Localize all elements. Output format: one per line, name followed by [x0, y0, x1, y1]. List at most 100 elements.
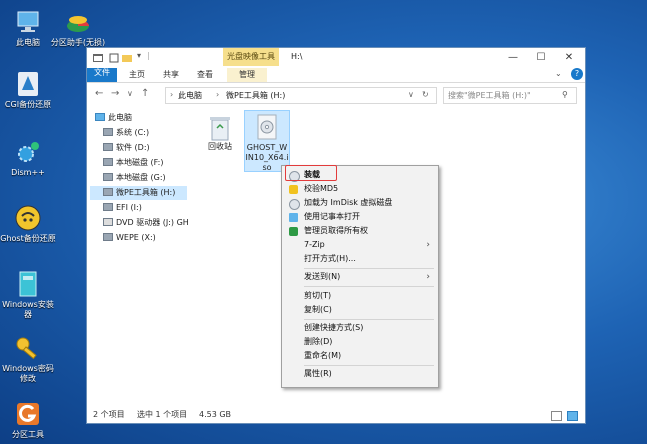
desktop-icon-label: CGI备份还原 — [4, 100, 52, 109]
menu-item-copy[interactable]: 复制(C) — [284, 303, 436, 317]
file-label-line-1: GHOST_W — [246, 143, 288, 152]
menu-item-label: 打开方式(H)... — [304, 254, 356, 263]
menu-item-md5[interactable]: 校验MD5 — [284, 182, 436, 196]
up-button[interactable]: ↑ — [141, 88, 149, 99]
menu-item-label: 创建快捷方式(S) — [304, 323, 364, 332]
desktop-icon-partition-tool[interactable]: 分区工具 — [0, 400, 56, 440]
nav-item-drive-i[interactable]: EFI (I:) — [103, 201, 142, 215]
search-icon[interactable]: ⚲ — [562, 90, 568, 99]
properties-icon[interactable] — [109, 53, 119, 63]
refresh-icon[interactable]: ↻ — [422, 90, 429, 99]
menu-item-properties[interactable]: 属性(R) — [284, 367, 436, 381]
menu-item-notepad[interactable]: 使用记事本打开 — [284, 210, 436, 224]
menu-separator — [304, 319, 434, 320]
menu-separator — [304, 268, 434, 269]
file-iso[interactable]: GHOST_W IN10_X64.i so — [244, 110, 290, 172]
status-selected: 选中 1 个项目 — [137, 410, 188, 419]
file-label: 回收站 — [208, 142, 232, 151]
notepad-icon — [289, 213, 298, 222]
title-bar: ▾ | 光盘映像工具 H:\ — ☐ ✕ — [87, 48, 585, 68]
details-view-icon[interactable] — [551, 411, 562, 421]
help-button[interactable]: ? — [571, 68, 583, 80]
desktop-icon-label: 分区工具 — [12, 430, 44, 439]
tab-file[interactable]: 文件 — [87, 68, 117, 82]
address-bar[interactable]: › 此电脑 › 微PE工具箱 (H:) ∨ ↻ — [165, 87, 437, 104]
forward-button[interactable]: → — [111, 88, 119, 99]
nav-item-drive-f[interactable]: 本地磁盘 (F:) — [103, 156, 163, 170]
nav-item-drive-g[interactable]: 本地磁盘 (G:) — [103, 171, 166, 185]
gears-icon — [14, 138, 42, 166]
menu-item-send-to[interactable]: 发送到(N) › — [284, 270, 436, 284]
recycle-bin-icon — [198, 114, 242, 142]
menu-item-delete[interactable]: 删除(D) — [284, 335, 436, 349]
tab-manage[interactable]: 管理 — [227, 68, 267, 82]
nav-item-drive-c[interactable]: 系统 (C:) — [103, 126, 149, 140]
menu-item-7zip[interactable]: 7-Zip › — [284, 238, 436, 252]
menu-item-label: 属性(R) — [304, 369, 332, 378]
desktop-icon-cgi[interactable]: CGI备份还原 — [0, 70, 56, 110]
desktop-icon-this-pc[interactable]: 此电脑 — [0, 8, 56, 48]
nav-item-label: EFI (I:) — [116, 203, 142, 212]
file-recycle-bin[interactable]: 回收站 — [198, 114, 242, 152]
nav-item-label: DVD 驱动器 (J:) GH — [116, 218, 189, 227]
ghost-icon — [14, 204, 42, 232]
menu-item-label: 发送到(N) — [304, 272, 341, 281]
window-title: H:\ — [291, 52, 303, 61]
desktop-icon-windows-installer[interactable]: Windows安装器 — [0, 270, 56, 320]
context-menu: 装载 校验MD5 加载为 ImDisk 虚拟磁盘 使用记事本打开 管理员取得所有… — [281, 165, 439, 388]
status-bar: 2 个项目 选中 1 个项目 4.53 GB — [87, 407, 585, 423]
address-dropdown-icon[interactable]: ∨ — [408, 90, 414, 99]
nav-item-label: 此电脑 — [108, 113, 132, 122]
tab-share[interactable]: 共享 — [157, 68, 185, 82]
status-size: 4.53 GB — [199, 410, 232, 419]
menu-item-label: 管理员取得所有权 — [304, 226, 368, 235]
menu-item-label: 复制(C) — [304, 305, 332, 314]
menu-item-label: 加载为 ImDisk 虚拟磁盘 — [304, 198, 393, 207]
admin-shield-icon — [289, 227, 298, 236]
tab-home[interactable]: 主页 — [123, 68, 151, 82]
window-icon — [93, 53, 103, 62]
new-folder-icon[interactable] — [122, 53, 132, 62]
nav-item-drive-d[interactable]: 软件 (D:) — [103, 141, 150, 155]
cgi-icon — [14, 70, 42, 98]
recent-locations-button[interactable]: ∨ — [127, 89, 133, 98]
ribbon-tabs: 文件 主页 共享 查看 管理 ⌄ ? — [87, 68, 585, 83]
menu-item-open-with[interactable]: 打开方式(H)... — [284, 252, 436, 266]
breadcrumb-arrow-icon: › — [170, 90, 174, 99]
minimize-button[interactable]: — — [499, 48, 527, 68]
breadcrumb-this-pc[interactable]: 此电脑 — [178, 90, 202, 101]
partition-tool-icon — [14, 400, 42, 428]
nav-item-this-pc[interactable]: 此电脑 — [95, 111, 132, 125]
menu-item-create-shortcut[interactable]: 创建快捷方式(S) — [284, 321, 436, 335]
desktop-icon-ghost[interactable]: Ghost备份还原 — [0, 204, 56, 244]
maximize-button[interactable]: ☐ — [527, 48, 555, 68]
menu-item-cut[interactable]: 剪切(T) — [284, 289, 436, 303]
tab-view[interactable]: 查看 — [191, 68, 219, 82]
menu-item-label: 重命名(M) — [304, 351, 342, 360]
menu-item-imdisk[interactable]: 加载为 ImDisk 虚拟磁盘 — [284, 196, 436, 210]
desktop-icon-password[interactable]: Windows密码修改 — [0, 334, 56, 384]
shield-icon — [289, 185, 298, 194]
nav-item-drive-x[interactable]: WEPE (X:) — [103, 231, 156, 245]
menu-item-label: 剪切(T) — [304, 291, 332, 300]
back-button[interactable]: ← — [95, 88, 103, 99]
submenu-arrow-icon: › — [426, 272, 430, 282]
disc-icon — [289, 199, 300, 210]
submenu-arrow-icon: › — [426, 240, 430, 250]
ribbon-expand-icon[interactable]: ⌄ — [555, 69, 562, 78]
breadcrumb-drive-h[interactable]: 微PE工具箱 (H:) — [226, 90, 285, 101]
search-input[interactable]: 搜索"微PE工具箱 (H:)" ⚲ — [443, 87, 577, 104]
menu-item-take-ownership[interactable]: 管理员取得所有权 — [284, 224, 436, 238]
menu-item-rename[interactable]: 重命名(M) — [284, 349, 436, 363]
divider-icon: | — [147, 51, 150, 60]
nav-item-label: 系统 (C:) — [116, 128, 150, 137]
nav-item-dvd-j[interactable]: DVD 驱动器 (J:) GH — [103, 216, 189, 230]
desktop-icon-dism[interactable]: Dism++ — [0, 138, 56, 178]
large-icons-view-icon[interactable] — [567, 411, 578, 421]
nav-item-drive-h[interactable]: 微PE工具箱 (H:) — [90, 186, 187, 200]
desktop-icon-partition[interactable]: 分区助手(无损) — [50, 8, 106, 48]
drive-icon — [103, 203, 113, 211]
context-tab-disc-tools[interactable]: 光盘映像工具 — [223, 48, 279, 66]
chevron-down-icon[interactable]: ▾ — [137, 51, 146, 60]
close-button[interactable]: ✕ — [555, 48, 583, 68]
